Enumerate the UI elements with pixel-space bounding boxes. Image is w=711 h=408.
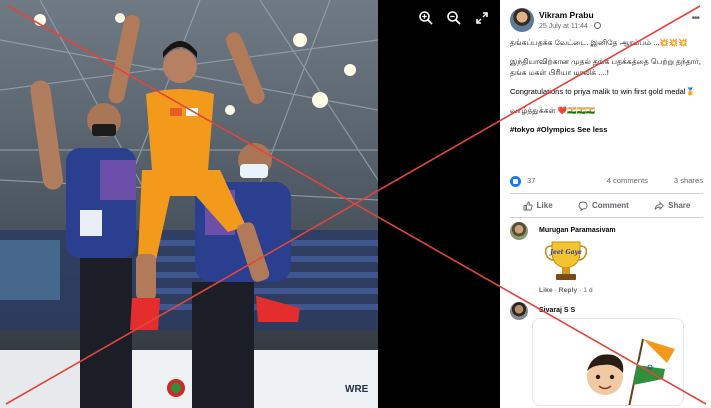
- photo-viewer-background: [378, 0, 500, 408]
- divider: [510, 217, 703, 218]
- post-header: Vikram Prabu 25 July at 11:44 · •••: [510, 8, 705, 34]
- zoom-out-icon[interactable]: [446, 10, 462, 26]
- post-photo[interactable]: WRE: [0, 0, 378, 408]
- post-line-3: Congratulations to priya malik to win fi…: [510, 86, 696, 96]
- comment-icon: [578, 201, 588, 211]
- post-actions: Like Comment Share: [510, 198, 703, 214]
- like-badge-icon: [510, 176, 521, 187]
- screenshot-frame: WRE Vikram Prabu 25 July at 11:44 · ••• …: [0, 0, 711, 408]
- fullscreen-icon[interactable]: [474, 10, 490, 26]
- globe-icon: [594, 22, 602, 29]
- like-label: Like: [536, 200, 553, 210]
- post-sidebar: Vikram Prabu 25 July at 11:44 · ••• தங்க…: [500, 0, 711, 408]
- share-label: Share: [668, 200, 691, 210]
- post-line-1: தங்கப்பதக்க வேட்டை. இனிதே ஆரம்பம் ...💥💥💥: [510, 38, 688, 47]
- post-line-4: வாழ்த்துக்கள் ❤️🇮🇳🇮🇳🇮🇳: [510, 106, 596, 115]
- comment-reply-link[interactable]: Reply: [559, 287, 578, 294]
- post-time-text[interactable]: 25 July at 11:44 ·: [539, 23, 592, 30]
- comment-time: · 1 d: [579, 287, 593, 294]
- avatar[interactable]: [510, 8, 534, 32]
- zoom-in-icon[interactable]: [418, 10, 434, 26]
- photo-illustration: WRE: [0, 0, 378, 408]
- like-count[interactable]: 37: [527, 176, 535, 186]
- comment-button[interactable]: Comment: [578, 201, 629, 212]
- more-icon[interactable]: •••: [691, 12, 699, 26]
- comment-item: Murugan Paramasivam Jeet Gaye Like · Rep…: [510, 222, 703, 302]
- comment-like-link[interactable]: Like: [539, 287, 553, 294]
- photo-controls: [418, 10, 490, 26]
- screen-left: [0, 240, 60, 300]
- jeet-gaye-sticker: Jeet Gaye: [544, 241, 588, 280]
- commenter-name[interactable]: Sivaraj S S: [539, 306, 575, 315]
- commenter-name[interactable]: Murugan Paramasivam: [539, 226, 616, 235]
- share-button[interactable]: Share: [654, 201, 690, 212]
- post-text: தங்கப்பதக்க வேட்டை. இனிதே ஆரம்பம் ...💥💥💥…: [510, 38, 706, 145]
- comments-count[interactable]: 4 comments: [607, 176, 648, 186]
- author-name[interactable]: Vikram Prabu: [539, 10, 594, 21]
- comment-meta: Like · Reply · 1 d: [539, 287, 593, 294]
- shares-count[interactable]: 3 shares: [674, 176, 703, 186]
- divider: [510, 193, 703, 194]
- flag-sticker: [532, 318, 684, 406]
- post-stats: 37 4 comments 3 shares: [510, 175, 703, 189]
- like-button[interactable]: Like: [523, 201, 553, 212]
- banner-brand: WRE: [345, 384, 369, 395]
- comment-avatar[interactable]: [510, 222, 528, 240]
- like-icon: [523, 201, 533, 211]
- post-timestamp[interactable]: 25 July at 11:44 ·: [539, 22, 602, 31]
- hashtags[interactable]: #tokyo #Olympics See less: [510, 125, 706, 135]
- sticker-text: Jeet Gaye: [549, 249, 582, 256]
- comment-avatar[interactable]: [510, 302, 528, 320]
- flag-boy-sticker: [587, 338, 675, 405]
- post-line-2: இந்தியாவிற்கான முதல் தங்க பதக்கத்தை பெற்…: [510, 57, 701, 77]
- share-icon: [654, 201, 665, 211]
- comment-label: Comment: [591, 200, 629, 210]
